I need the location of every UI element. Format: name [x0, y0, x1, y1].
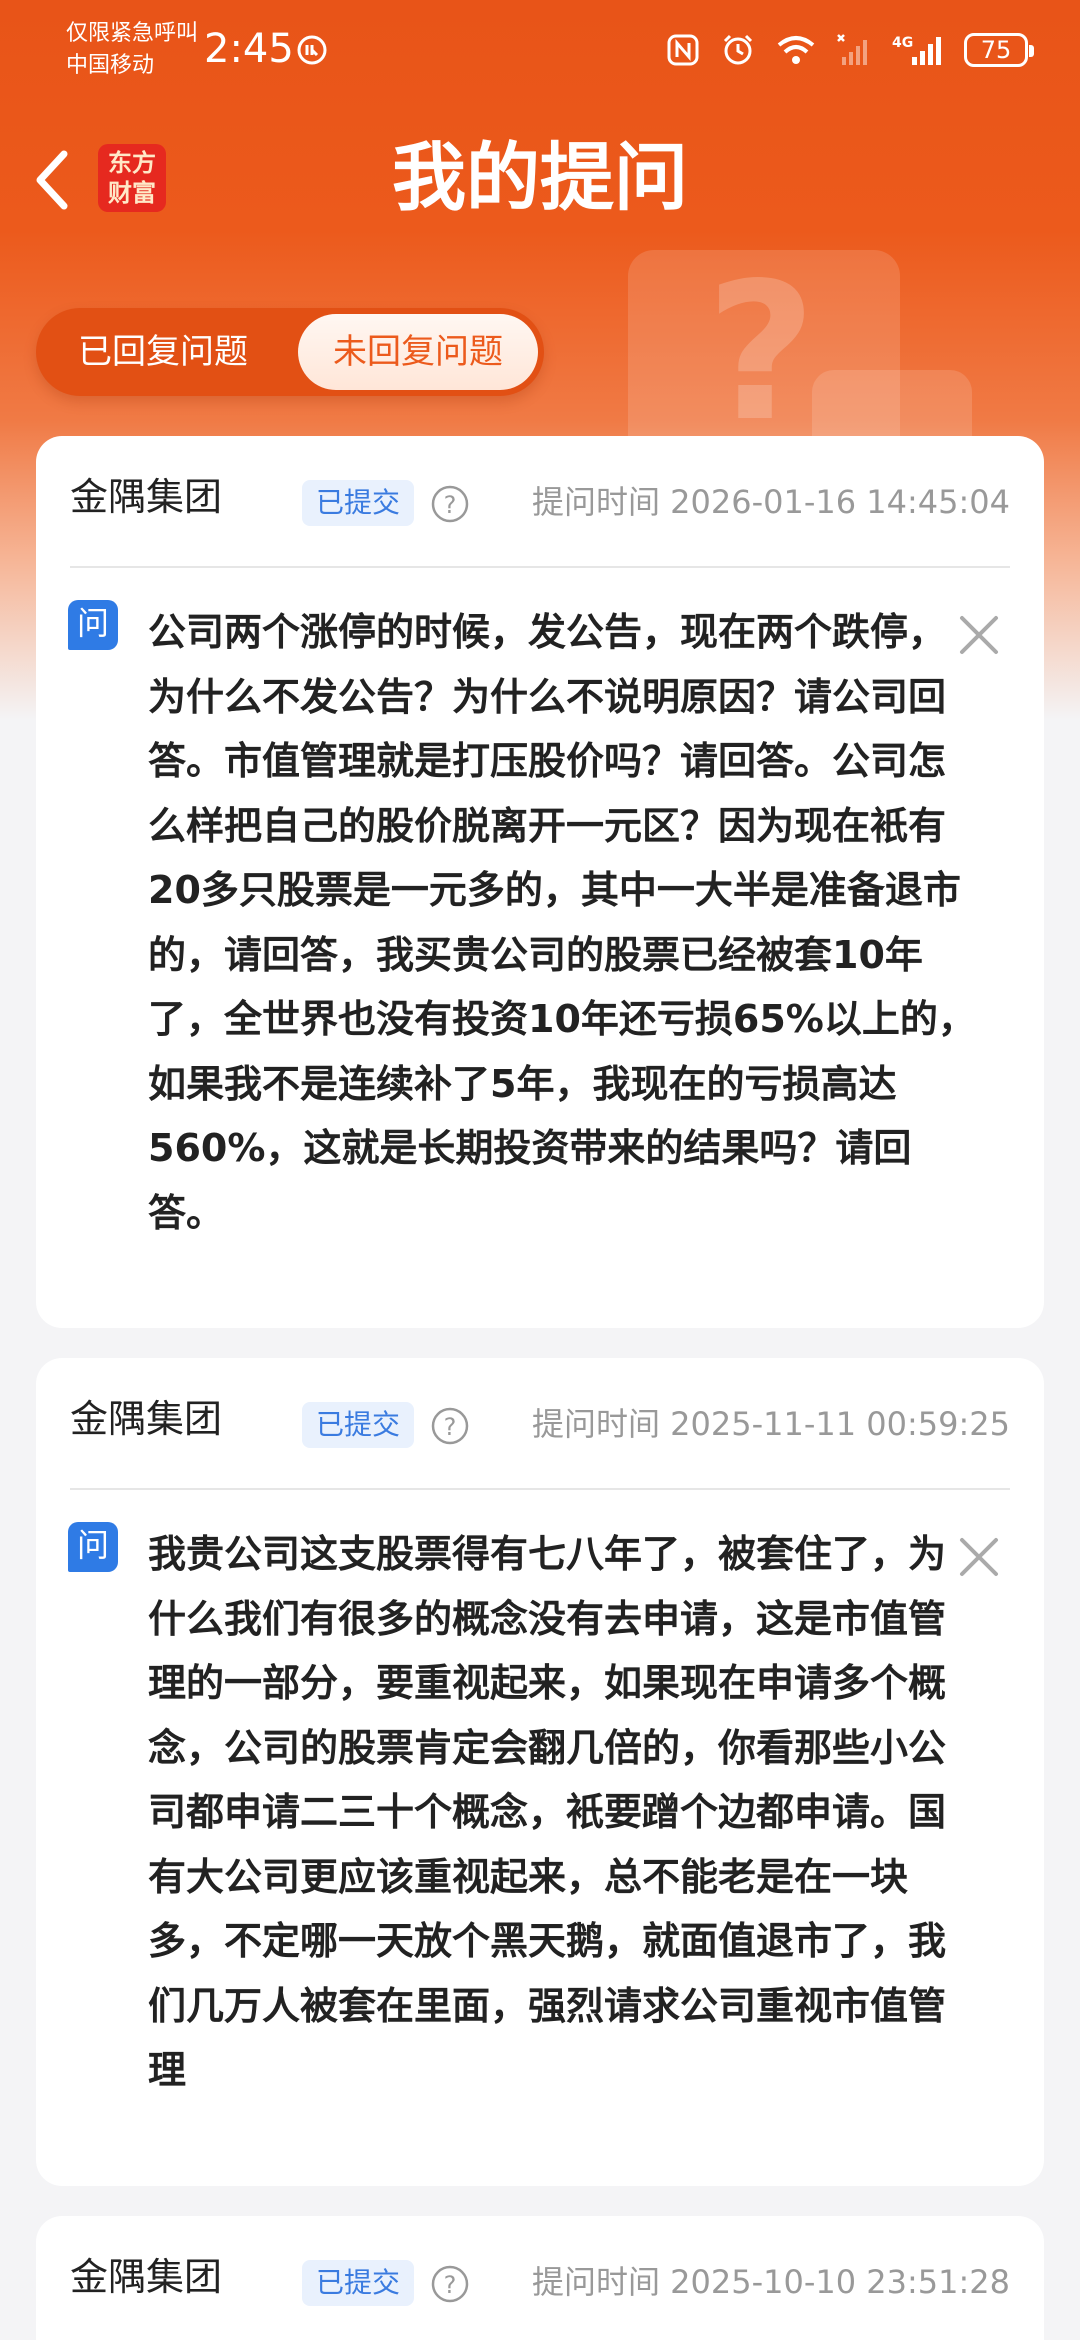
- battery-level: 75: [980, 36, 1012, 64]
- help-icon[interactable]: ?: [430, 484, 470, 524]
- battery-icon: 75: [964, 33, 1034, 67]
- clock: 2:45: [204, 26, 294, 72]
- question-icon: 问: [68, 600, 118, 650]
- page-title: 我的提问: [392, 135, 688, 221]
- wifi-icon: [776, 33, 816, 67]
- question-time: 提问时间 2025-11-11 00:59:25: [531, 1405, 1010, 1443]
- help-icon[interactable]: ?: [430, 1406, 470, 1446]
- question-icon: 问: [68, 1522, 118, 1572]
- alarm-icon: [720, 32, 756, 68]
- screen-time-icon: [297, 35, 327, 65]
- svg-text:?: ?: [444, 491, 457, 519]
- question-text: 我贵公司这支股票得有七八年了，被套住了，为什么我们有很多的概念没有去申请，这是市…: [148, 1532, 947, 2092]
- status-icons: 4G 75: [666, 28, 1048, 72]
- card-header: 金隅集团 已提交 ? 提问时间 2025-11-11 00:59:25: [70, 1358, 1010, 1490]
- question-card[interactable]: 金隅集团 已提交 ? 提问时间 2026-01-16 14:45:04 问 公司…: [36, 436, 1044, 1328]
- tab-unanswered[interactable]: 未回复问题: [298, 314, 538, 390]
- question-text: 公司两个涨停的时候，发公告，现在两个跌停，为什么不发公告？为什么不说明原因？请公…: [148, 610, 976, 1235]
- close-icon[interactable]: [952, 608, 1006, 662]
- status-badge: 已提交: [302, 480, 415, 526]
- tab-answered[interactable]: 已回复问题: [36, 308, 290, 396]
- status-badge: 已提交: [302, 2260, 415, 2306]
- question-card[interactable]: 金隅集团 已提交 ? 提问时间 2025-10-10 23:51:28: [36, 2216, 1044, 2340]
- company-name: 金隅集团: [70, 1397, 223, 1441]
- question-time: 提问时间 2026-01-16 14:45:04: [531, 483, 1010, 521]
- signal-sim2-icon: [836, 33, 872, 67]
- nfc-icon: [666, 33, 700, 67]
- svg-text:4G: 4G: [892, 35, 913, 51]
- question-tabs: 已回复问题 未回复问题: [36, 308, 544, 396]
- question-card[interactable]: 金隅集团 已提交 ? 提问时间 2025-11-11 00:59:25 问 我贵…: [36, 1358, 1044, 2186]
- company-name: 金隅集团: [70, 475, 223, 519]
- status-bar: 仅限紧急呼叫 中国移动 2:45 4G 75: [0, 0, 1080, 110]
- carrier-emergency: 仅限紧急呼叫: [66, 21, 199, 46]
- question-time: 提问时间 2025-10-10 23:51:28: [531, 2263, 1010, 2301]
- close-icon[interactable]: [952, 1530, 1006, 1584]
- svg-text:?: ?: [444, 2271, 457, 2299]
- help-icon[interactable]: ?: [430, 2264, 470, 2304]
- card-header: 金隅集团 已提交 ? 提问时间 2025-10-10 23:51:28: [70, 2216, 1010, 2340]
- company-name: 金隅集团: [70, 2255, 223, 2299]
- question-mark-decoration: ?: [706, 242, 817, 463]
- svg-text:?: ?: [444, 1413, 457, 1441]
- carrier-info: 仅限紧急呼叫 中国移动: [66, 18, 198, 82]
- status-badge: 已提交: [302, 1402, 415, 1448]
- carrier-name: 中国移动: [66, 53, 155, 78]
- card-header: 金隅集团 已提交 ? 提问时间 2026-01-16 14:45:04: [70, 436, 1010, 568]
- signal-4g-icon: 4G: [892, 33, 944, 67]
